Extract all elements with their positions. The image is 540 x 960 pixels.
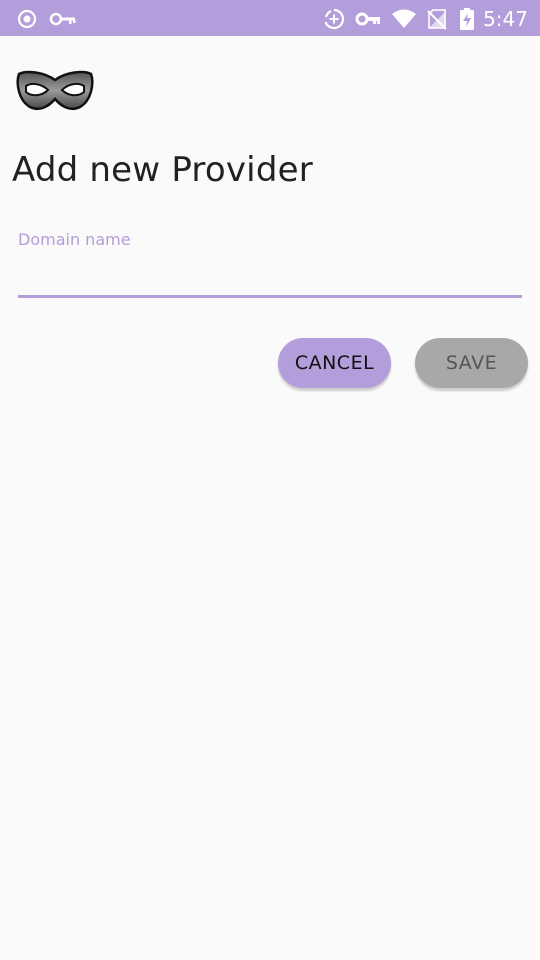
wifi-icon	[392, 9, 416, 28]
mask-icon	[16, 70, 94, 111]
record-icon	[17, 9, 37, 29]
page-title: Add new Provider	[12, 150, 313, 190]
vpn-key-icon	[355, 12, 380, 26]
domain-name-label: Domain name	[18, 230, 131, 249]
save-button[interactable]: SAVE	[415, 338, 528, 388]
domain-name-input[interactable]	[18, 256, 522, 298]
data-saver-icon	[324, 8, 345, 30]
key-icon	[49, 12, 76, 26]
cancel-button[interactable]: CANCEL	[278, 338, 391, 388]
status-time: 5:47	[483, 7, 528, 31]
status-bar: 5:47	[0, 0, 540, 36]
battery-charging-icon	[460, 8, 474, 30]
no-sim-icon	[427, 9, 447, 30]
